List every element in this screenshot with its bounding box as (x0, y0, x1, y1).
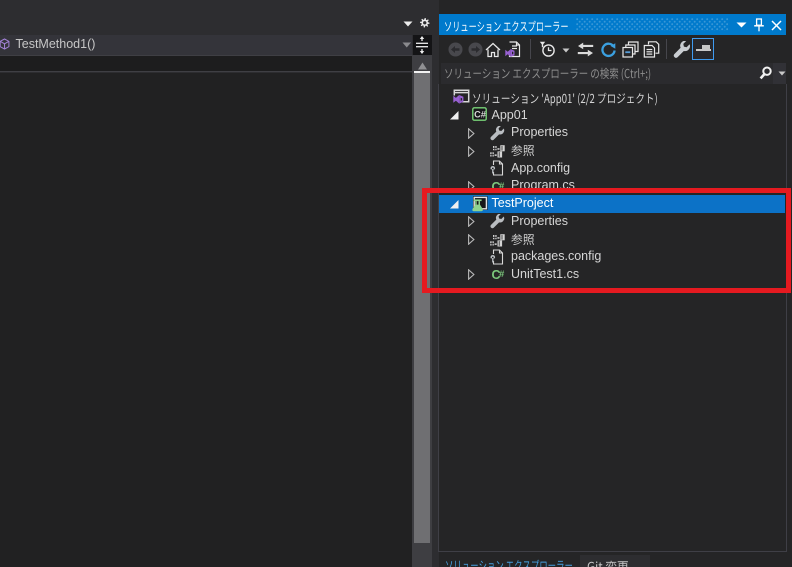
svg-text:C#: C# (474, 110, 486, 120)
